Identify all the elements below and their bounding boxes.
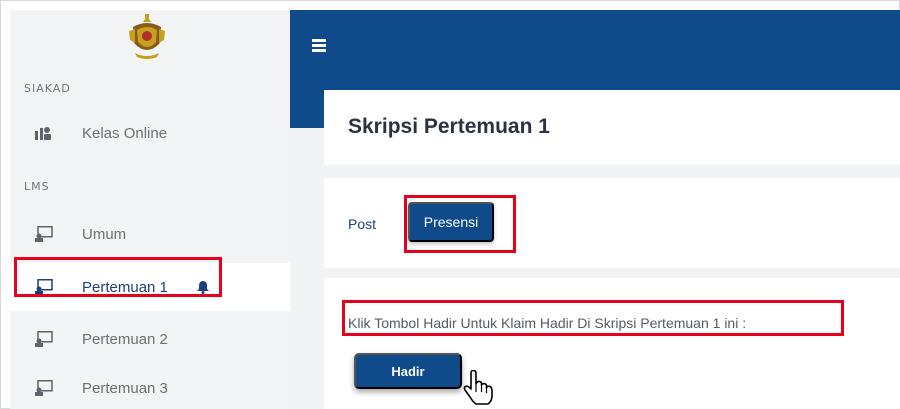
highlight-box-active-item xyxy=(14,257,222,297)
page-title: Skripsi Pertemuan 1 xyxy=(348,115,550,138)
sidebar-item-label: Pertemuan 2 xyxy=(82,330,168,348)
tabs-card: Post Presensi xyxy=(324,178,900,268)
sidebar: SIAKAD Kelas Online LMS Umum Pertemuan 1 xyxy=(10,10,290,409)
chalkboard-icon xyxy=(35,380,53,396)
section-label-lms: LMS xyxy=(24,180,50,193)
sidebar-item-label: Pertemuan 3 xyxy=(82,379,168,397)
chalkboard-icon xyxy=(35,331,53,347)
tab-post[interactable]: Post xyxy=(348,216,376,232)
sidebar-item-label: Kelas Online xyxy=(82,124,168,142)
title-card: Skripsi Pertemuan 1 xyxy=(324,90,900,165)
crest-logo xyxy=(129,14,165,59)
chalkboard-icon xyxy=(35,226,53,242)
sidebar-item-pertemuan-2[interactable]: Pertemuan 2 xyxy=(10,315,290,363)
tab-presensi[interactable]: Presensi xyxy=(408,202,494,242)
sidebar-item-umum[interactable]: Umum xyxy=(10,210,290,258)
sidebar-item-kelas-online[interactable]: Kelas Online xyxy=(10,109,290,157)
section-label-siakad: SIAKAD xyxy=(24,82,71,95)
hand-pointer-icon xyxy=(463,370,493,405)
sidebar-item-pertemuan-3[interactable]: Pertemuan 3 xyxy=(10,364,290,409)
instruction-text: Klik Tombol Hadir Untuk Klaim Hadir Di S… xyxy=(348,315,747,331)
hadir-button[interactable]: Hadir xyxy=(354,353,462,389)
classroom-icon xyxy=(35,127,51,140)
sidebar-item-label: Umum xyxy=(82,225,127,243)
presence-card: Klik Tombol Hadir Untuk Klaim Hadir Di S… xyxy=(324,278,900,409)
hamburger-icon[interactable] xyxy=(312,39,326,52)
main-content: Skripsi Pertemuan 1 Post Presensi Klik T… xyxy=(290,10,900,409)
